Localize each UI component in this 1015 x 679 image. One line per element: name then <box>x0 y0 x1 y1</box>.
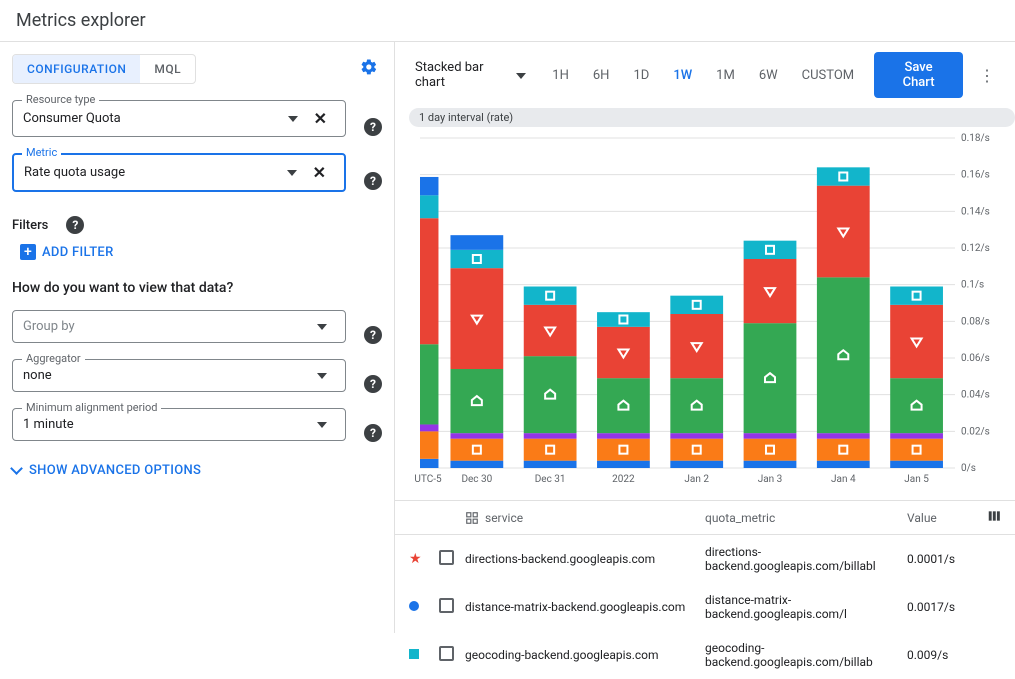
legend-value: 0.0001/s <box>907 552 977 566</box>
time-range-custom[interactable]: CUSTOM <box>792 62 864 89</box>
time-range-1w[interactable]: 1W <box>663 62 702 89</box>
time-range-6h[interactable]: 6H <box>583 62 620 89</box>
min-align-label: Minimum alignment period <box>22 401 161 414</box>
svg-text:0.06/s: 0.06/s <box>961 353 990 364</box>
legend-table: service quota_metric Value ★ directions-b… <box>395 500 1015 679</box>
aggregator-label: Aggregator <box>22 352 85 365</box>
legend-quota: geocoding-backend.googleapis.com/billab <box>705 641 907 669</box>
legend-row[interactable]: distance-matrix-backend.googleapis.comdi… <box>395 583 1015 631</box>
help-icon[interactable]: ? <box>364 326 382 344</box>
svg-text:0.18/s: 0.18/s <box>961 133 990 144</box>
chevron-down-icon <box>12 463 23 478</box>
legend-quota: directions-backend.googleapis.com/billab… <box>705 545 907 573</box>
svg-text:0.14/s: 0.14/s <box>961 206 990 217</box>
svg-text:0.12/s: 0.12/s <box>961 243 990 254</box>
help-icon[interactable]: ? <box>364 118 382 136</box>
settings-gear-icon[interactable] <box>356 54 382 84</box>
dropdown-arrow-icon <box>309 368 335 383</box>
tab-configuration[interactable]: CONFIGURATION <box>13 55 140 83</box>
interval-chip: 1 day interval (rate) <box>409 108 1015 127</box>
svg-text:UTC-5: UTC-5 <box>414 474 442 485</box>
metric-label: Metric <box>22 146 61 159</box>
chart-panel: Stacked bar chart 1H6H1D1W1M6WCUSTOM Sav… <box>395 42 1015 633</box>
dropdown-arrow-icon <box>309 417 335 432</box>
dropdown-arrow-icon <box>309 319 335 334</box>
svg-text:2022: 2022 <box>612 474 635 485</box>
clear-resource-icon[interactable]: ✕ <box>306 109 335 128</box>
circle-marker-icon <box>409 601 419 611</box>
time-range-6w[interactable]: 6W <box>749 62 788 89</box>
dropdown-arrow-icon <box>279 165 305 180</box>
legend-checkbox[interactable] <box>439 550 454 565</box>
group-icon <box>465 511 479 525</box>
show-advanced-button[interactable]: SHOW ADVANCED OPTIONS <box>12 463 382 478</box>
help-icon[interactable]: ? <box>364 424 382 442</box>
config-panel: CONFIGURATION MQL Resource type Consumer… <box>0 42 395 633</box>
time-range-1m[interactable]: 1M <box>706 62 745 89</box>
svg-text:0.08/s: 0.08/s <box>961 316 990 327</box>
legend-checkbox[interactable] <box>439 598 454 613</box>
chart-toolbar: Stacked bar chart 1H6H1D1W1M6WCUSTOM Sav… <box>395 42 1015 108</box>
chart-type-select[interactable]: Stacked bar chart <box>409 56 532 94</box>
more-menu-icon[interactable]: ⋮ <box>973 60 1001 91</box>
svg-text:Dec 31: Dec 31 <box>535 474 566 485</box>
chart-area: 0/s 0.02/s 0.04/s 0.06/s 0.08/s 0.1/s 0.12/s 0.… <box>409 133 1001 492</box>
legend-row[interactable]: ★ directions-backend.googleapis.comdirect… <box>395 535 1015 583</box>
help-icon[interactable]: ? <box>66 216 84 234</box>
time-range-group: 1H6H1D1W1M6WCUSTOM <box>542 62 864 89</box>
tab-mql[interactable]: MQL <box>140 55 195 83</box>
time-range-1h[interactable]: 1H <box>542 62 579 89</box>
svg-text:0.04/s: 0.04/s <box>961 390 990 401</box>
svg-text:0.02/s: 0.02/s <box>961 426 990 437</box>
svg-text:0.16/s: 0.16/s <box>961 170 990 181</box>
dropdown-arrow-icon <box>516 68 526 83</box>
column-config-icon[interactable] <box>977 509 1001 526</box>
svg-text:Jan 4: Jan 4 <box>831 474 856 485</box>
help-icon[interactable]: ? <box>364 375 382 393</box>
resource-type-label: Resource type <box>22 93 99 106</box>
legend-row[interactable]: geocoding-backend.googleapis.comgeocodin… <box>395 631 1015 679</box>
time-range-1d[interactable]: 1D <box>623 62 659 89</box>
legend-value: 0.009/s <box>907 648 977 662</box>
config-tabs: CONFIGURATION MQL <box>12 54 196 84</box>
metric-select[interactable]: Rate quota usage ✕ <box>12 153 346 192</box>
legend-service: distance-matrix-backend.googleapis.com <box>465 600 705 614</box>
add-filter-button[interactable]: + ADD FILTER <box>20 244 382 260</box>
svg-text:Jan 3: Jan 3 <box>758 474 783 485</box>
page-header: Metrics explorer <box>0 0 1015 42</box>
view-question: How do you want to view that data? <box>12 280 382 296</box>
save-chart-button[interactable]: Save Chart <box>874 52 963 98</box>
page-title: Metrics explorer <box>16 10 999 31</box>
legend-service: geocoding-backend.googleapis.com <box>465 648 705 662</box>
svg-text:Jan 5: Jan 5 <box>904 474 929 485</box>
legend-service: directions-backend.googleapis.com <box>465 552 705 566</box>
clear-metric-icon[interactable]: ✕ <box>305 163 334 182</box>
svg-text:Jan 2: Jan 2 <box>684 474 709 485</box>
svg-text:0.1/s: 0.1/s <box>961 280 984 291</box>
legend-value: 0.0017/s <box>907 600 977 614</box>
filters-heading: Filters ? <box>12 216 382 234</box>
group-by-select[interactable]: Group by <box>12 310 346 343</box>
legend-quota: distance-matrix-backend.googleapis.com/l <box>705 593 907 621</box>
legend-checkbox[interactable] <box>439 646 454 661</box>
plus-icon: + <box>20 244 36 260</box>
square-marker-icon <box>409 649 419 659</box>
star-marker-icon: ★ <box>409 551 422 567</box>
svg-text:Dec 30: Dec 30 <box>461 474 492 485</box>
stacked-bar-chart: 0/s 0.02/s 0.04/s 0.06/s 0.08/s 0.1/s 0.12/s 0.… <box>409 133 1001 488</box>
help-icon[interactable]: ? <box>364 172 382 190</box>
legend-header: service quota_metric Value <box>395 501 1015 535</box>
svg-text:0/s: 0/s <box>961 463 976 474</box>
dropdown-arrow-icon <box>280 111 306 126</box>
